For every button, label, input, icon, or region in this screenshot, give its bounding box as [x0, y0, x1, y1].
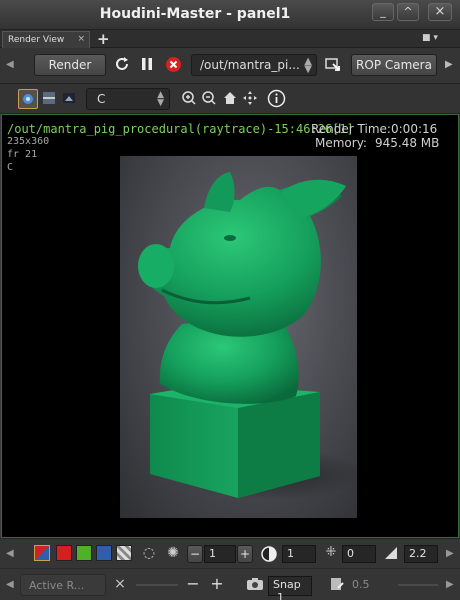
offset-icon[interactable]: ⁜ — [322, 545, 340, 563]
pan-icon[interactable] — [241, 90, 259, 108]
clear-icon[interactable]: × — [113, 576, 127, 594]
collapse-left-icon[interactable]: ◀ — [6, 548, 14, 559]
red-channel-swatch[interactable] — [56, 545, 72, 561]
opacity-slider[interactable] — [398, 584, 438, 586]
snapshot-icon[interactable] — [18, 89, 38, 109]
chevron-down-icon: ▼ — [304, 64, 312, 75]
channel-select-value: C — [97, 92, 106, 106]
chevron-updown-icon: ▲ ▼ — [157, 90, 164, 108]
tab-bar: Render View × + ■ ▾ — [0, 30, 460, 48]
render-time-value: 0:00:16 — [391, 122, 438, 136]
snapshot-minus-button[interactable]: − — [186, 574, 200, 594]
close-button[interactable]: × — [428, 3, 452, 21]
view-toolbar: C ▲ ▼ — [0, 84, 460, 114]
render-resolution: 235x360 — [7, 136, 50, 147]
zoom-in-icon[interactable] — [180, 90, 198, 108]
display-icon[interactable] — [60, 90, 78, 108]
stop-icon[interactable] — [164, 56, 182, 74]
tab-close-icon[interactable]: × — [77, 34, 85, 44]
gamma-icon[interactable] — [382, 545, 400, 563]
rop-camera-button[interactable]: ROP Camera — [351, 54, 437, 76]
gamma-field[interactable]: 2.2 — [404, 545, 438, 563]
alpha-channel-swatch[interactable] — [116, 545, 132, 561]
tab-render-view[interactable]: Render View × — [2, 31, 90, 48]
brightness-icon[interactable]: ✺ — [164, 545, 182, 563]
window-titlebar[interactable]: Houdini-Master - panel1 _ ^ × — [0, 0, 460, 30]
pane-menu-icon[interactable]: ■ ▾ — [422, 33, 452, 45]
decrement-button[interactable]: − — [187, 545, 203, 563]
snap-label: Snap — [273, 578, 301, 591]
rop-path-value: /out/mantra_pi... — [200, 58, 300, 72]
render-name: /out/mantra_pig_procedural(raytrace)-15:… — [7, 122, 354, 136]
blue-channel-swatch[interactable] — [96, 545, 112, 561]
tab-label: Render View — [8, 35, 65, 45]
channel-select[interactable]: C ▲ ▼ — [86, 88, 170, 110]
collapse-left-icon[interactable]: ◀ — [6, 579, 14, 590]
rgb-channel-swatch[interactable] — [34, 545, 50, 561]
refresh-icon[interactable] — [112, 55, 132, 75]
zoom-out-icon[interactable] — [200, 90, 218, 108]
slider-track[interactable] — [136, 584, 178, 586]
expand-right-icon[interactable]: ▶ — [446, 548, 454, 559]
camera-icon[interactable] — [246, 576, 264, 594]
active-render-select[interactable]: Active R... — [20, 574, 106, 596]
opacity-value[interactable]: 0.5 — [352, 578, 370, 591]
snap-value: 1 — [277, 591, 284, 600]
lut-icon[interactable]: ◌ — [140, 545, 158, 563]
snapshot-plus-button[interactable]: + — [210, 574, 224, 594]
increment-button[interactable]: + — [237, 545, 253, 563]
rendered-image — [120, 156, 357, 518]
render-time-label: Render Time: — [311, 122, 391, 136]
memory-label: Memory: — [315, 136, 367, 150]
add-tab-button[interactable]: + — [97, 30, 110, 48]
pause-icon[interactable] — [138, 56, 156, 74]
spinner-value-field[interactable]: 1 — [204, 545, 236, 563]
render-frame-number: fr 21 — [7, 149, 38, 160]
rop-path-select[interactable]: /out/mantra_pi... ▲ ▼ — [191, 54, 317, 76]
exposure-icon[interactable] — [260, 545, 278, 563]
render-channel: C — [7, 162, 14, 173]
offset-field[interactable]: 0 — [342, 545, 376, 563]
exposure-field[interactable]: 1 — [282, 545, 316, 563]
green-channel-swatch[interactable] — [76, 545, 92, 561]
render-toolbar: ◀ Render /out/mantra_pi... ▲ ▼ ROP Camer… — [0, 48, 460, 84]
snapshot-edit-icon[interactable] — [328, 576, 346, 594]
expand-right-icon[interactable]: ▶ — [446, 579, 454, 590]
render-region-icon[interactable] — [324, 56, 342, 74]
home-icon[interactable] — [221, 90, 239, 108]
snap-field[interactable]: Snap 1 — [268, 576, 312, 600]
window-title: Houdini-Master - panel1 — [99, 6, 291, 22]
render-viewport[interactable]: /out/mantra_pig_procedural(raytrace)-15:… — [1, 114, 459, 538]
collapse-left-icon[interactable]: ◀ — [6, 59, 14, 70]
maximize-button[interactable]: ^ — [397, 3, 419, 21]
minimize-button[interactable]: _ — [372, 3, 394, 21]
expand-right-icon[interactable]: ▶ — [445, 59, 453, 70]
memory-value: 945.48 MB — [375, 136, 440, 150]
info-icon[interactable] — [266, 89, 286, 109]
snapshot-toolbar: ◀ Active R... × − + Snap 1 0.5 ▶ — [0, 568, 460, 600]
render-button[interactable]: Render — [34, 54, 106, 76]
compare-icon[interactable] — [40, 90, 58, 108]
display-options-toolbar: ◀ ◌ ✺ − 1 + 1 ⁜ 0 2.2 ▶ — [0, 538, 460, 568]
